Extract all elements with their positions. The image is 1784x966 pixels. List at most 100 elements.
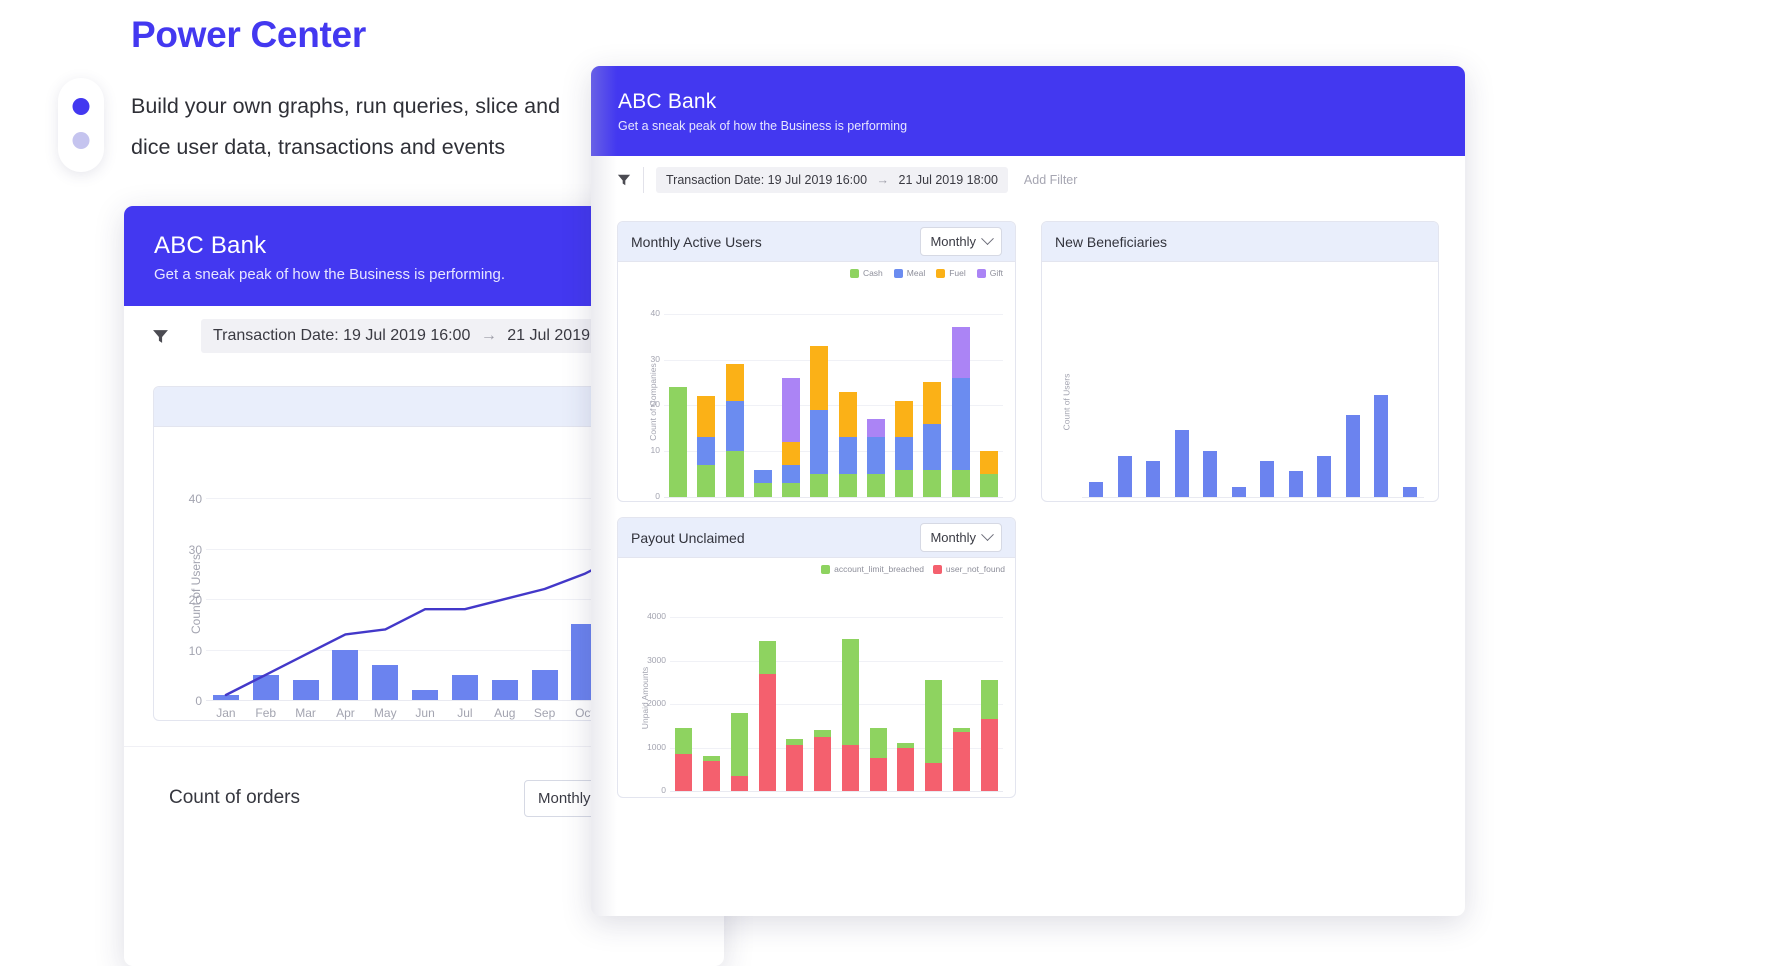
chart-users-x-tick: Jun: [415, 706, 435, 720]
new-beneficiaries-panel-title: New Beneficiaries: [1055, 233, 1168, 250]
payout-unclaimed-chart: Unpaid Amounts01000200030004000DecJanFeb…: [618, 558, 1015, 798]
front-filter-chip[interactable]: Transaction Date: 19 Jul 2019 16:00 → 21…: [656, 167, 1008, 193]
chart-users-bar: [451, 674, 478, 700]
pager-dot-active[interactable]: [72, 98, 90, 115]
chart-mau-bar-segment: [895, 437, 914, 470]
chart-payout-bar-segment: [675, 728, 693, 755]
front-card-title: ABC Bank: [618, 90, 717, 113]
chart-nb-bar: [1174, 430, 1189, 497]
front-filter-chip-start: Transaction Date: 19 Jul 2019 16:00: [666, 173, 868, 187]
chart-mau-bar-segment: [866, 437, 885, 475]
chart-users-bar: [212, 694, 239, 700]
chart-mau-legend-item: Meal: [893, 268, 925, 278]
chart-users-x-tick: Feb: [255, 706, 277, 720]
chart-users-x-tick: Aug: [494, 706, 516, 720]
chart-mau-y-tick: 0: [655, 491, 660, 501]
back-filter-chip[interactable]: Transaction Date: 19 Jul 2019 16:00 → 21…: [201, 319, 647, 353]
chart-payout-bar-segment: [703, 756, 721, 761]
back-filter-chip-start: Transaction Date: 19 Jul 2019 16:00: [213, 327, 471, 344]
chart-mau-legend-item: Cash: [849, 268, 883, 278]
chart-payout-x-tick: Mar: [753, 797, 781, 798]
chart-mau-bar-segment: [753, 469, 772, 484]
page-title: Power Center: [131, 14, 366, 55]
chart-nb-bar: [1345, 415, 1360, 497]
chart-payout-x-tick: May: [809, 797, 837, 798]
chart-payout-legend-swatch: [932, 564, 942, 574]
chart-users-bar: [412, 689, 439, 700]
chart-payout-x-tick: Sep: [920, 797, 948, 798]
page-subtitle: Build your own graphs, run queries, slic…: [131, 94, 561, 159]
chart-payout-x-tick: Apr: [781, 797, 809, 798]
front-add-filter-button[interactable]: Add Filter: [1024, 173, 1078, 187]
chart-mau-y-tick: 10: [650, 445, 660, 456]
front-card-header: ABC Bank Get a sneak peak of how the Bus…: [591, 66, 1465, 156]
chart-payout-x-tick: Oct: [948, 797, 976, 798]
filter-funnel-icon[interactable]: [152, 328, 169, 345]
chart-payout-bar-segment: [758, 673, 776, 791]
chart-nb-bar: [1231, 486, 1246, 497]
chart-mau-bar-segment: [838, 437, 857, 475]
chart-payout-gridline: [670, 660, 1003, 662]
chart-payout-bar-segment: [897, 743, 915, 748]
chart-users-y-tick: 20: [188, 593, 202, 608]
chart-payout-bar-segment: [869, 758, 887, 791]
chart-payout-bar-segment: [980, 719, 998, 791]
chart-payout-bar-segment: [703, 760, 721, 791]
back-filter-arrow-icon: →: [480, 327, 497, 344]
chart-users-bar: [491, 679, 518, 700]
chart-payout-gridline: [670, 704, 1003, 706]
mau-granularity-value: Monthly: [930, 234, 976, 249]
chart-mau-legend-label: Gift: [989, 268, 1003, 278]
front-dashboard-card: ABC Bank Get a sneak peak of how the Bus…: [591, 66, 1465, 916]
chart-payout-bar-segment: [952, 728, 970, 733]
chart-users-x-tick: Sep: [533, 706, 556, 720]
chart-nb-axis-baseline: [1082, 497, 1424, 498]
chart-mau-bar-segment: [725, 400, 744, 452]
chart-payout-x-tick: Jun: [837, 797, 865, 798]
chart-users-x-tick: Jan: [216, 706, 236, 720]
chart-users-y-tick: 30: [188, 542, 202, 557]
chart-payout-bar-segment: [814, 736, 832, 791]
chart-payout-bar-segment: [869, 728, 887, 759]
filter-funnel-icon[interactable]: [617, 173, 631, 187]
chart-mau-gridline: [664, 313, 1003, 315]
chevron-down-icon: [981, 528, 994, 542]
chart-mau-legend: Cash Meal Fuel Gift: [849, 268, 1003, 278]
chart-payout-bar-segment: [925, 680, 943, 763]
chart-nb-y-axis-label: Count of Users: [1061, 373, 1072, 430]
chart-payout-legend-item: user_not_found: [932, 564, 1005, 574]
count-of-orders-granularity-value: Monthly: [538, 790, 591, 807]
chart-mau-bar-segment: [782, 377, 801, 442]
chart-mau-bar-segment: [669, 387, 688, 497]
chevron-down-icon: [981, 232, 994, 246]
monthly-active-users-granularity-select[interactable]: Monthly: [920, 227, 1002, 256]
chart-payout-x-tick: Feb: [726, 797, 754, 798]
chart-users-x-tick: Jul: [457, 706, 473, 720]
chart-mau-bar-segment: [697, 396, 716, 438]
chart-nb-bar: [1402, 486, 1417, 497]
chart-payout-legend: account_limit_breached user_not_found: [821, 564, 1005, 574]
chart-users-x-tick: May: [373, 706, 397, 720]
chart-mau-bar-segment: [979, 451, 998, 475]
chart-users-x-tick: Mar: [295, 706, 316, 720]
chart-payout-bar-segment: [897, 747, 915, 791]
chart-users-bar: [332, 649, 359, 700]
carousel-pager[interactable]: [58, 78, 104, 172]
chart-nb-bar: [1089, 481, 1104, 497]
chart-nb-bar: [1260, 461, 1275, 497]
chart-users-y-tick: 10: [188, 643, 202, 658]
chart-payout-legend-swatch: [821, 564, 831, 574]
chart-mau-bar-segment: [782, 442, 801, 465]
pager-dot-inactive[interactable]: [72, 132, 90, 149]
monthly-active-users-panel-header: Monthly Active Users Monthly: [618, 222, 1015, 262]
chart-mau-bar-segment: [838, 474, 857, 497]
payout-granularity-select[interactable]: Monthly: [920, 523, 1002, 552]
chart-mau-legend-swatch: [936, 268, 946, 278]
chart-mau-legend-swatch: [976, 268, 986, 278]
chart-payout-y-tick: 4000: [647, 611, 666, 622]
chart-mau-bar-segment: [753, 483, 772, 497]
chart-payout-x-tick: Jan: [698, 797, 726, 798]
chart-mau-legend-label: Cash: [862, 268, 883, 278]
chart-mau-bar-segment: [923, 423, 942, 470]
chart-payout-y-tick: 0: [661, 785, 666, 795]
